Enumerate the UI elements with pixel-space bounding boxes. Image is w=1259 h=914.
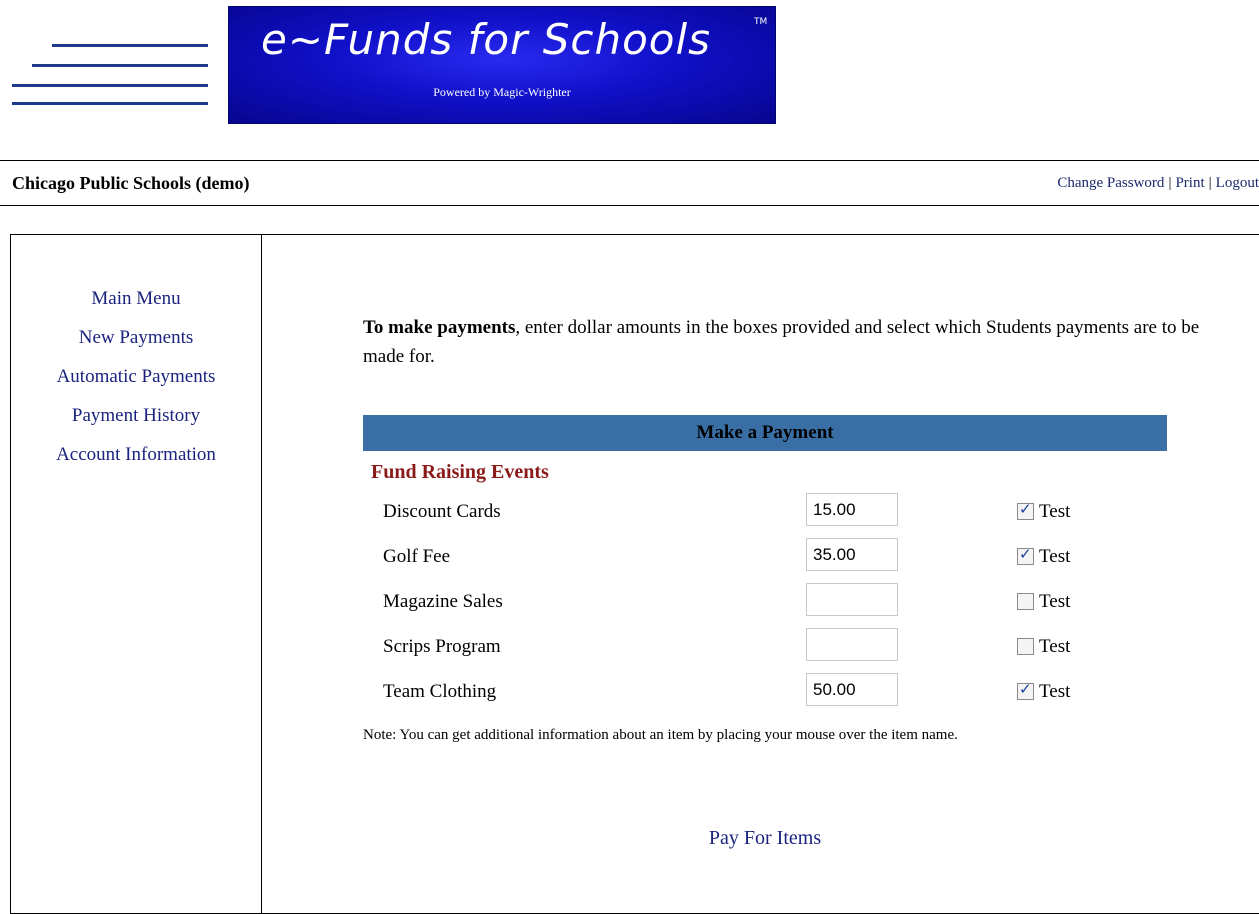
sidebar-nav: Main Menu New Payments Automatic Payment…: [11, 279, 261, 474]
amount-input-golf-fee[interactable]: [806, 538, 898, 571]
print-link[interactable]: Print: [1175, 175, 1204, 191]
pay-for-items-button[interactable]: Pay For Items: [709, 827, 821, 849]
student-checkbox[interactable]: [1017, 500, 1034, 520]
item-name-team-clothing[interactable]: Team Clothing: [383, 681, 496, 703]
item-name-discount-cards[interactable]: Discount Cards: [383, 501, 501, 523]
school-name: Chicago Public Schools (demo): [12, 173, 250, 193]
header-lines-decoration: [0, 0, 230, 130]
intro-bold: To make payments: [363, 317, 516, 338]
student-label: Test: [1039, 501, 1071, 522]
amount-input-discount-cards[interactable]: [806, 493, 898, 526]
sidebar-item-account-information[interactable]: Account Information: [11, 435, 261, 474]
main-frame: Main Menu New Payments Automatic Payment…: [10, 234, 1259, 914]
amount-input-scrips-program[interactable]: [806, 628, 898, 661]
item-name-scrips-program[interactable]: Scrips Program: [383, 636, 501, 658]
item-name-golf-fee[interactable]: Golf Fee: [383, 546, 450, 568]
amount-input-magazine-sales[interactable]: [806, 583, 898, 616]
item-name-magazine-sales[interactable]: Magazine Sales: [383, 591, 503, 613]
panel-title: Make a Payment: [363, 415, 1167, 451]
student-label: Test: [1039, 681, 1071, 702]
sidebar-item-new-payments[interactable]: New Payments: [11, 318, 261, 357]
payment-row: Team Clothing Test: [363, 673, 1167, 718]
payment-row: Golf Fee Test: [363, 538, 1167, 583]
student-label: Test: [1039, 591, 1071, 612]
section-title: Fund Raising Events: [371, 461, 549, 483]
student-label: Test: [1039, 546, 1071, 567]
intro-section: To make payments, enter dollar amounts i…: [363, 313, 1243, 371]
account-links: Change Password | Print | Logout: [1057, 175, 1259, 192]
student-checkbox[interactable]: [1017, 680, 1034, 700]
payment-row: Scrips Program Test: [363, 628, 1167, 673]
change-password-link[interactable]: Change Password: [1057, 175, 1164, 191]
info-note: Note: You can get additional information…: [363, 727, 958, 743]
sidebar-item-payment-history[interactable]: Payment History: [11, 396, 261, 435]
student-checkbox[interactable]: [1017, 593, 1034, 610]
efunds-logo-banner: e~Funds for Schools TM Powered by Magic-…: [228, 6, 776, 124]
link-separator: |: [1168, 175, 1172, 191]
student-checkbox[interactable]: [1017, 545, 1034, 565]
intro-text: To make payments, enter dollar amounts i…: [363, 313, 1243, 371]
title-bar: Chicago Public Schools (demo) Change Pas…: [0, 160, 1259, 206]
payment-row: Discount Cards Test: [363, 493, 1167, 538]
sidebar: Main Menu New Payments Automatic Payment…: [11, 235, 262, 913]
link-separator: |: [1208, 175, 1212, 191]
trademark-mark: TM: [754, 17, 768, 27]
powered-by-text: Powered by Magic-Wrighter: [433, 85, 571, 99]
logout-link[interactable]: Logout: [1216, 175, 1259, 191]
payment-panel: Make a Payment Fund Raising Events Disco…: [363, 415, 1167, 849]
student-checkbox[interactable]: [1017, 638, 1034, 655]
sidebar-item-automatic-payments[interactable]: Automatic Payments: [11, 357, 261, 396]
student-label: Test: [1039, 636, 1071, 657]
sidebar-item-main-menu[interactable]: Main Menu: [11, 279, 261, 318]
amount-input-team-clothing[interactable]: [806, 673, 898, 706]
pay-section: Pay For Items: [363, 827, 1167, 850]
payment-row: Magazine Sales Test: [363, 583, 1167, 628]
brand-name: e~Funds for Schools: [261, 15, 712, 64]
